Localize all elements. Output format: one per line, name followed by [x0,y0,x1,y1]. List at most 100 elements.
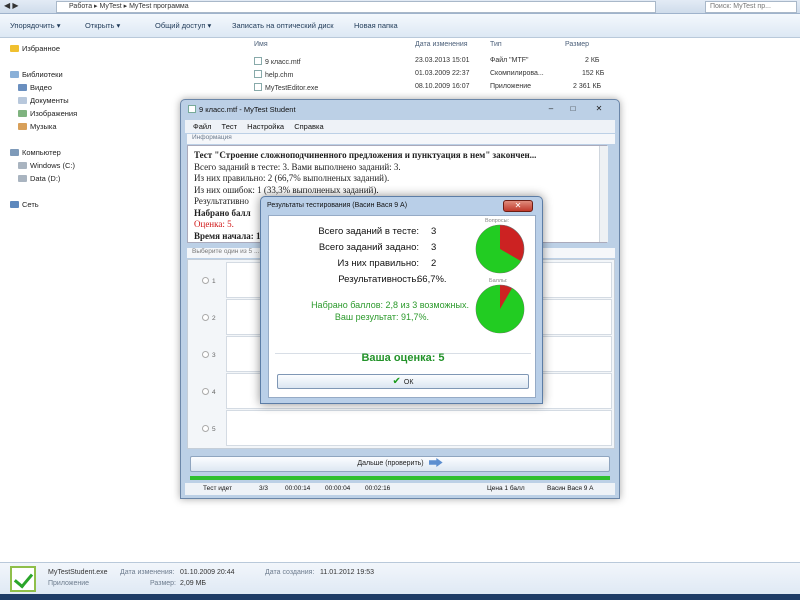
nav-item-drive-c[interactable]: Windows (C:) [18,161,75,170]
column-header-date[interactable]: Дата изменения [415,41,468,48]
next-button[interactable]: Дальше (проверить) [190,456,610,472]
new-folder-button[interactable]: Новая папка [354,21,398,30]
organize-button[interactable]: Упорядочить ▾ [10,21,60,30]
network-icon [10,201,19,208]
answer-text-box[interactable] [226,410,612,446]
info-section-label: Информация [187,134,615,144]
nav-item-label: Компьютер [22,148,61,157]
music-icon [18,123,27,130]
breadcrumb-item[interactable]: MyTest [100,3,122,10]
computer-icon [10,149,19,156]
nav-item-images[interactable]: Изображения [18,109,77,118]
nav-item-music[interactable]: Музыка [18,122,57,131]
file-date: 08.10.2009 16:07 [415,83,470,90]
close-button[interactable]: ✕ [585,103,613,115]
answer-option[interactable]: 1 [202,277,216,285]
menu-test[interactable]: Тест [222,122,238,131]
radio-icon [202,277,209,284]
file-size: 2 361 КБ [573,83,602,90]
star-icon [10,45,19,52]
file-row[interactable]: help.chm 01.03.2009 22:37 Скомпилирова..… [240,68,800,81]
nav-item-label: Data (D:) [30,174,61,183]
nav-item-video[interactable]: Видео [18,83,52,92]
burn-button[interactable]: Записать на оптический диск [232,21,334,30]
video-icon [18,84,27,91]
size-label: Размер: [150,580,177,587]
report-line: Всего заданий в тесте: 3. Вами выполнено… [194,161,401,172]
next-button-label: Дальше (проверить) [357,460,424,467]
open-button[interactable]: Открыть ▾ [85,21,120,30]
nav-item-computer[interactable]: Компьютер [10,148,61,157]
nav-item-label: Документы [30,96,69,105]
nav-item-label: Библиотеки [22,70,63,79]
nav-item-label: Видео [30,83,52,92]
dialog-close-button[interactable]: ✕ [503,200,533,212]
report-scrollbar[interactable] [599,146,608,242]
breadcrumb[interactable]: Работа ▸ MyTest ▸ MyTest программа [56,1,656,13]
nav-item-label: Сеть [22,200,39,209]
file-row[interactable]: 9 класс.mtf 23.03.2013 15:01 Файл "MTF" … [240,55,800,68]
file-type: Приложение [490,83,532,90]
nav-item-label: Windows (C:) [30,161,76,170]
file-size: 152 КБ [582,70,605,77]
questions-pie-chart [475,224,525,274]
answer-option[interactable]: 3 [202,351,216,359]
answer-option[interactable]: 5 [202,425,216,433]
search-input[interactable]: Поиск: MyTest пр... [705,1,797,13]
nav-item-label: Избранное [22,44,61,53]
menu-bar: Файл Тест Настройка Справка [185,120,615,133]
mytest-app-icon [10,566,36,592]
app-icon [188,105,196,113]
share-button[interactable]: Общий доступ ▾ [155,21,211,30]
breadcrumb-item[interactable]: Работа [69,3,92,10]
nav-arrows[interactable]: ◀ ▶ [4,1,19,10]
created-value: 11.01.2012 19:53 [320,569,374,576]
question-price: Цена 1 балл [487,485,525,492]
effectiveness-label: Результативность: [338,274,419,285]
ok-button[interactable]: ✔ ОК [277,374,529,389]
selected-file-kind: Приложение [48,580,90,587]
column-header-type[interactable]: Тип [490,41,502,48]
nav-item-drive-d[interactable]: Data (D:) [18,174,60,183]
radio-icon [202,388,209,395]
window-title: 9 класс.mtf - MyTest Student [188,105,296,114]
file-name: help.chm [265,72,294,79]
test-state: Тест идет [203,485,233,492]
nav-item-libraries[interactable]: Библиотеки [10,70,63,79]
maximize-button[interactable]: □ [563,103,583,115]
radio-icon [202,314,209,321]
menu-help[interactable]: Справка [294,122,323,131]
file-row[interactable]: MyTestEditor.exe 08.10.2009 16:07 Прилож… [240,81,800,94]
checkmark-icon: ✔ [392,376,401,387]
arrow-right-icon [428,458,443,467]
minimize-button[interactable]: – [541,103,561,115]
column-header-name[interactable]: Имя [254,41,268,48]
breadcrumb-item[interactable]: MyTest программа [129,3,189,10]
file-type: Скомпилирова... [490,70,544,77]
file-name: 9 класс.mtf [265,59,301,66]
nav-item-documents[interactable]: Документы [18,96,69,105]
file-size: 2 КБ [585,57,600,64]
results-dialog: Результаты тестирования (Васин Вася 9 А)… [260,196,543,404]
answer-option[interactable]: 4 [202,388,216,396]
menu-settings[interactable]: Настройка [247,122,284,131]
details-pane: MyTestStudent.exe Приложение Дата измене… [0,562,800,594]
answer-number: 1 [212,278,216,285]
timer-total: 00:00:14 [285,485,311,492]
answer-number: 2 [212,315,216,322]
menu-file[interactable]: Файл [193,122,211,131]
asked-tasks-value: 3 [431,242,437,253]
radio-icon [202,425,209,432]
answer-option[interactable]: 2 [202,314,216,322]
file-date: 23.03.2013 15:01 [415,57,470,64]
window-title-text: 9 класс.mtf - MyTest Student [199,105,296,114]
nav-item-network[interactable]: Сеть [10,200,39,209]
test-progress-bar [190,476,610,480]
radio-icon [202,351,209,358]
correct-value: 2 [431,258,437,269]
column-header-size[interactable]: Размер [565,41,589,48]
nav-item-favorites[interactable]: Избранное [10,44,60,53]
answer-number: 3 [212,352,216,359]
library-icon [10,71,19,78]
nav-item-label: Музыка [30,122,57,131]
